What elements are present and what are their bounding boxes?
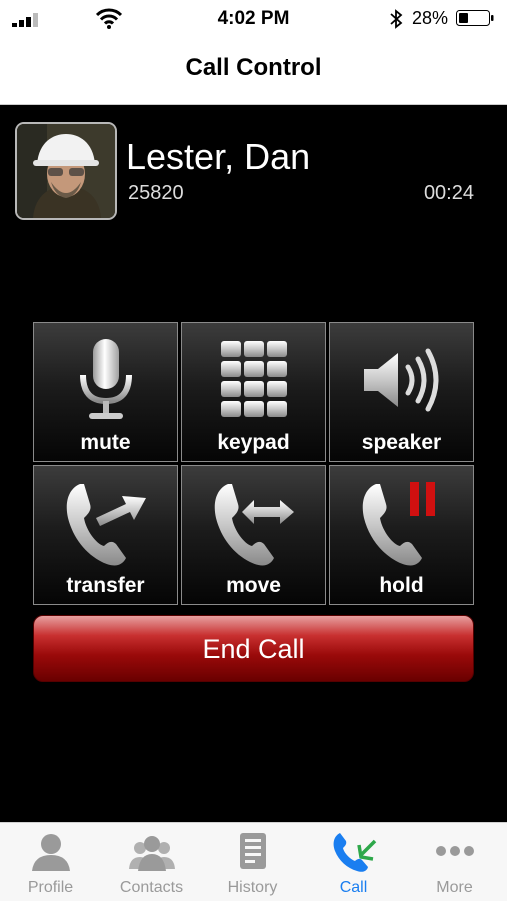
keypad-icon [221, 341, 287, 417]
hold-icon [362, 482, 435, 566]
battery-percentage: 28% [412, 8, 449, 28]
speaker-icon [364, 348, 439, 412]
transfer-button[interactable]: transfer [33, 465, 178, 605]
move-icon [214, 484, 294, 566]
end-call-label: End Call [202, 634, 305, 664]
tab-call[interactable]: Call [303, 823, 404, 901]
move-button[interactable]: move [181, 465, 326, 605]
tab-more[interactable]: More [404, 823, 505, 901]
transfer-label: transfer [66, 574, 145, 597]
battery-icon [456, 10, 494, 26]
tab-call-label: Call [339, 879, 368, 896]
phone-icon [333, 833, 377, 872]
caller-name: Lester, Dan [126, 136, 311, 177]
contacts-icon [129, 836, 175, 871]
person-icon [32, 834, 70, 871]
caller-avatar [15, 122, 117, 220]
history-icon [240, 833, 266, 869]
tab-more-label: More [436, 879, 473, 896]
speaker-label: speaker [361, 431, 442, 454]
mute-button[interactable]: mute [33, 322, 178, 462]
transfer-icon [66, 484, 146, 566]
end-call-button[interactable]: End Call [33, 615, 474, 682]
tab-bar: Profile Contacts History Call More [0, 822, 507, 901]
microphone-icon [80, 339, 132, 419]
speaker-button[interactable]: speaker [329, 322, 474, 462]
move-label: move [226, 574, 281, 597]
keypad-label: keypad [217, 431, 290, 454]
call-duration: 00:24 [423, 182, 474, 204]
call-controls-grid: mute keypad speaker transfer move hold [33, 322, 475, 606]
navigation-bar: Call Control [0, 36, 507, 105]
caller-extension: 25820 [128, 182, 184, 204]
tab-profile-label: Profile [27, 879, 74, 896]
tab-contacts-label: Contacts [119, 879, 184, 896]
tab-history-label: History [227, 879, 278, 896]
hold-label: hold [379, 574, 424, 597]
tab-contacts[interactable]: Contacts [101, 823, 202, 901]
tab-profile[interactable]: Profile [0, 823, 101, 901]
mute-label: mute [80, 431, 131, 454]
bluetooth-icon [390, 9, 403, 29]
hold-button[interactable]: hold [329, 465, 474, 605]
more-icon [436, 846, 474, 856]
status-bar: 4:02 PM 28% [0, 0, 507, 36]
caller-photo-icon [17, 124, 115, 218]
page-title: Call Control [185, 54, 322, 81]
tab-history[interactable]: History [202, 823, 303, 901]
keypad-button[interactable]: keypad [181, 322, 326, 462]
